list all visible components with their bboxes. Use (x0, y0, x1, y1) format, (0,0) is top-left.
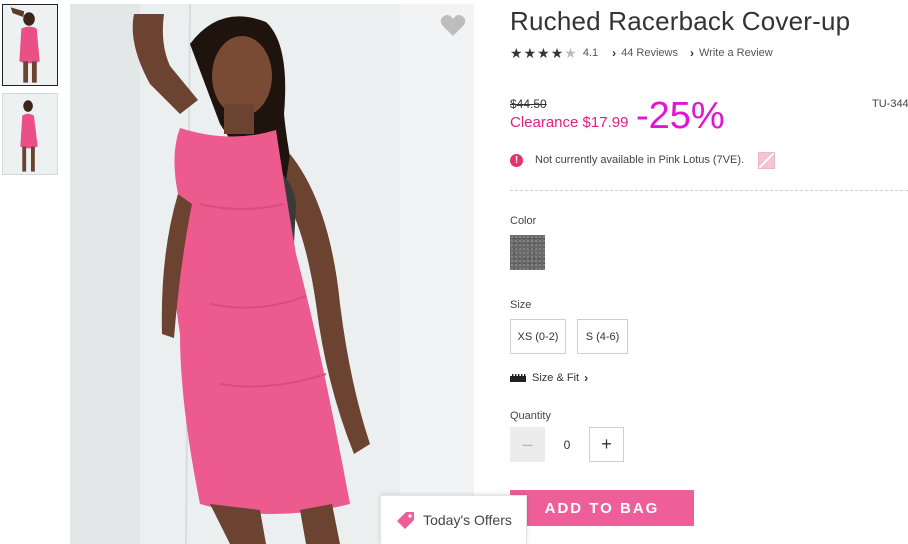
size-option-s[interactable]: S (4-6) (577, 319, 628, 354)
model-photo (70, 4, 474, 544)
size-fit-link[interactable]: Size & Fit › (510, 370, 593, 386)
discount-badge: -25% (636, 95, 725, 137)
star-full-icon: ★ (550, 45, 564, 61)
chevron-right-icon: › (689, 46, 694, 60)
star-full-icon: ★ (510, 45, 523, 61)
favorite-heart-icon[interactable] (440, 14, 466, 38)
quantity-value[interactable]: 0 (545, 427, 589, 462)
write-review-link[interactable]: Write a Review (699, 47, 773, 59)
tag-icon (397, 512, 415, 529)
star-full-icon: ★ (537, 45, 550, 61)
availability-notice: ! Not currently available in Pink Lotus … (510, 149, 776, 171)
star-rating: ★ ★ ★ ★ ★ (510, 46, 577, 60)
product-main-image[interactable] (70, 4, 474, 544)
size-option-xs[interactable]: XS (0-2) (510, 319, 566, 354)
thumbnail-front[interactable] (2, 4, 58, 86)
color-swatch-heather-gray[interactable] (510, 235, 545, 270)
availability-text: Not currently available in Pink Lotus (7… (535, 154, 745, 166)
thumbnail-front-image (3, 5, 57, 85)
todays-offers-tab[interactable]: Today's Offers (380, 495, 527, 544)
rating-row: ★ ★ ★ ★ ★ 4.1 › 44 Reviews › Write a Rev… (510, 44, 785, 62)
color-label: Color (510, 215, 537, 227)
add-to-bag-button[interactable]: ADD TO BAG (510, 490, 694, 526)
quantity-label: Quantity (510, 410, 551, 422)
original-price: $44.50 (510, 97, 547, 111)
rating-value: 4.1 (582, 47, 599, 59)
thumbnail-side-image (3, 94, 57, 174)
ruler-icon (510, 374, 526, 382)
quantity-decrement-button[interactable]: – (510, 427, 545, 462)
alert-icon: ! (510, 153, 523, 167)
star-empty-icon: ★ (564, 45, 577, 61)
product-sku: TU-344 (872, 98, 908, 110)
quantity-increment-button[interactable]: + (589, 427, 624, 462)
todays-offers-label: Today's Offers (423, 512, 512, 528)
reviews-link[interactable]: 44 Reviews (621, 47, 678, 59)
divider (510, 190, 908, 191)
chevron-right-icon: › (612, 46, 617, 60)
clearance-price: Clearance $17.99 (510, 114, 629, 131)
size-label: Size (510, 299, 532, 311)
star-full-icon: ★ (523, 45, 537, 61)
size-fit-label: Size & Fit (532, 372, 580, 384)
unavailable-color-swatch (758, 151, 776, 169)
thumbnail-side[interactable] (2, 93, 58, 175)
chevron-right-icon: › (584, 371, 589, 385)
product-title: Ruched Racerback Cover-up (510, 6, 851, 36)
